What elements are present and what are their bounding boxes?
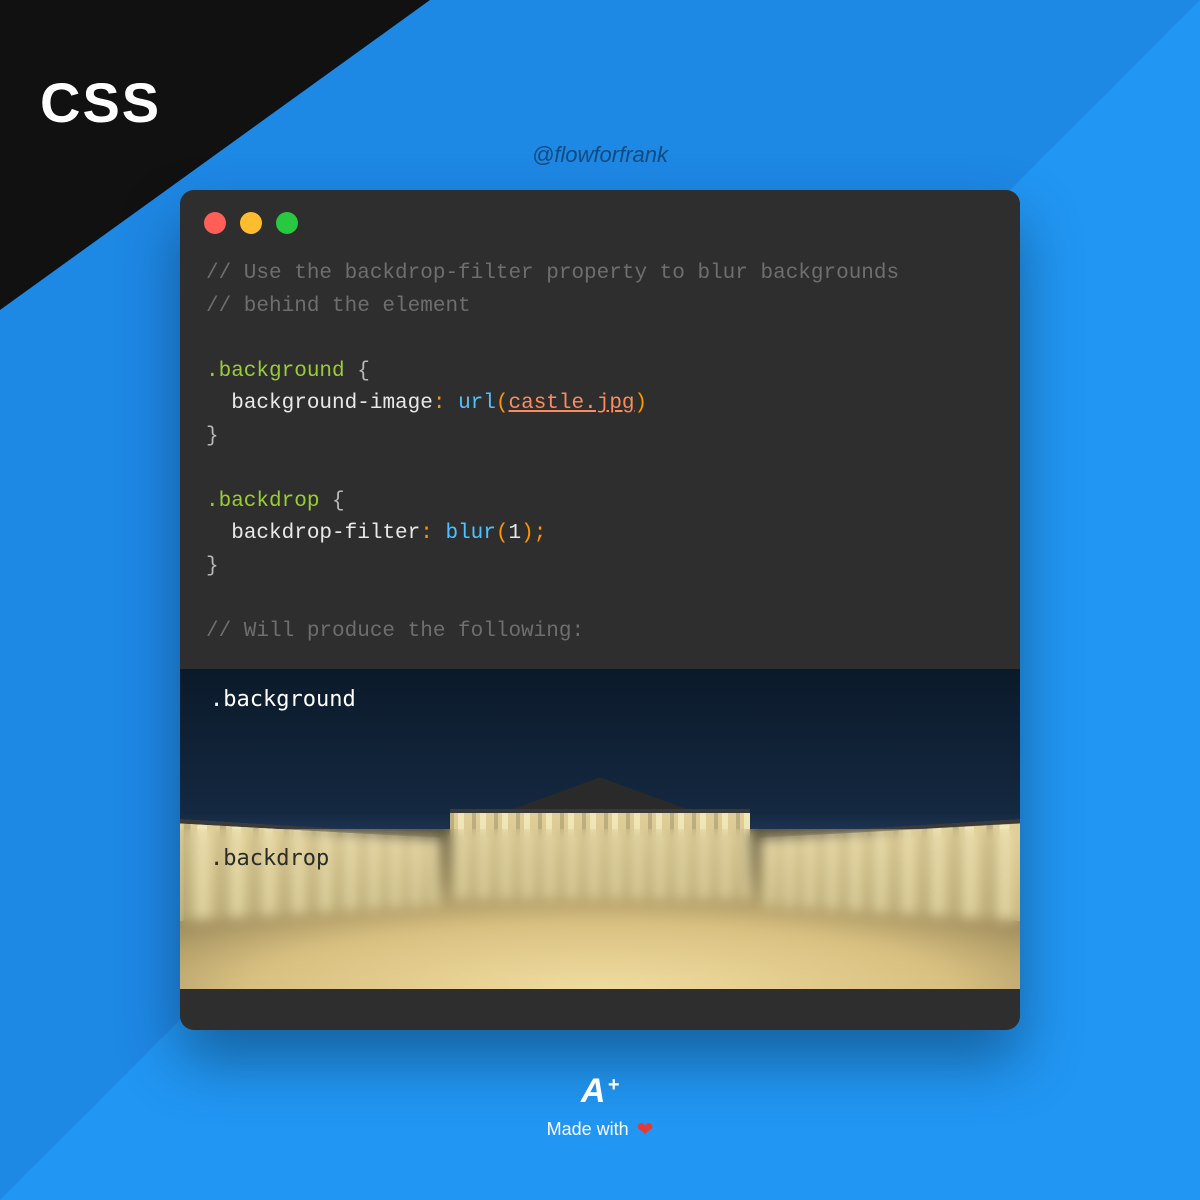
heart-icon: ❤ — [637, 1117, 654, 1142]
code-arg: 1 — [509, 522, 522, 545]
code-colon: : — [420, 522, 433, 545]
code-url-arg: castle.jpg — [509, 392, 635, 415]
code-func: url — [458, 392, 496, 415]
code-comment: // Use the backdrop-filter property to b… — [206, 262, 899, 285]
code-block: // Use the backdrop-filter property to b… — [180, 244, 1020, 669]
preview-label-background: .background — [210, 687, 356, 712]
code-brace: } — [206, 555, 219, 578]
code-property: backdrop-filter — [231, 522, 420, 545]
code-property: background-image — [231, 392, 433, 415]
preview-label-backdrop: .backdrop — [210, 846, 329, 871]
code-comment: // Will produce the following: — [206, 620, 584, 643]
logo-plus: + — [607, 1074, 619, 1097]
corner-label: CSS — [40, 70, 161, 135]
window-titlebar — [180, 190, 1020, 244]
author-handle: @flowforfrank — [0, 142, 1200, 168]
code-func: blur — [445, 522, 495, 545]
code-brace: { — [357, 360, 370, 383]
code-selector: .background — [206, 360, 345, 383]
code-semi: ; — [534, 522, 547, 545]
code-comment: // behind the element — [206, 295, 471, 318]
made-with: Made with ❤ — [0, 1117, 1200, 1142]
code-selector: .backdrop — [206, 490, 319, 513]
logo: A+ — [581, 1072, 619, 1111]
maximize-icon[interactable] — [276, 212, 298, 234]
code-brace: } — [206, 425, 219, 448]
made-text: Made with — [547, 1119, 629, 1140]
code-paren: ) — [635, 392, 648, 415]
preview-image: .background .backdrop — [180, 669, 1020, 989]
code-paren: ( — [496, 522, 509, 545]
footer: A+ Made with ❤ — [0, 1072, 1200, 1142]
code-window: // Use the backdrop-filter property to b… — [180, 190, 1020, 1030]
code-paren: ( — [496, 392, 509, 415]
code-paren: ) — [521, 522, 534, 545]
code-colon: : — [433, 392, 446, 415]
logo-letter: A — [581, 1072, 606, 1111]
close-icon[interactable] — [204, 212, 226, 234]
code-brace: { — [332, 490, 345, 513]
minimize-icon[interactable] — [240, 212, 262, 234]
